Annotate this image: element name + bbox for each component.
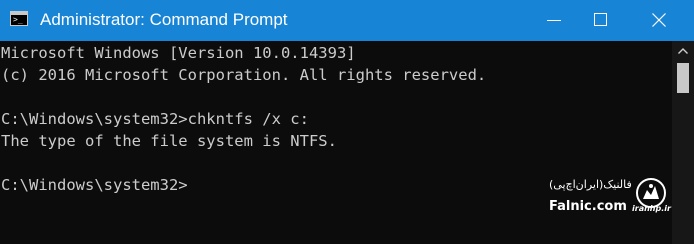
title-bar[interactable]: >_ Administrator: Command Prompt: [0, 0, 694, 41]
maximize-button[interactable]: [578, 0, 624, 41]
console-line: C:\Windows\system32>chkntfs /x c:: [1, 110, 309, 128]
window-title: Administrator: Command Prompt: [40, 10, 288, 29]
console-line: Microsoft Windows [Version 10.0.14393]: [1, 44, 356, 62]
watermark-persian-text: فالنیک(ایران‌اچ‌پی): [549, 178, 632, 191]
maximize-icon: [594, 13, 607, 26]
command-prompt-window: >_ Administrator: Command Prompt Microso…: [0, 0, 694, 244]
watermark-english-text: Falnic.com: [549, 199, 627, 214]
console-line: The type of the file system is NTFS.: [1, 132, 337, 150]
console-line: (c) 2016 Microsoft Corporation. All righ…: [1, 66, 487, 84]
close-button[interactable]: [636, 0, 682, 41]
watermark-logo-text: iranhp.ir: [632, 204, 671, 213]
minimize-icon: [547, 20, 561, 21]
scroll-up-button[interactable]: [672, 41, 694, 61]
watermark: فالنیک(ایران‌اچ‌پی) Falnic.com iranhp.ir: [546, 177, 672, 221]
minimize-button[interactable]: [532, 0, 578, 41]
scrollbar-thumb[interactable]: [677, 63, 689, 93]
console-prompt-line[interactable]: C:\Windows\system32>: [1, 174, 188, 196]
chevron-up-icon: [678, 48, 688, 54]
vertical-scrollbar[interactable]: [672, 41, 694, 244]
close-icon: [652, 13, 666, 27]
command-prompt-icon[interactable]: >_: [10, 11, 28, 26]
